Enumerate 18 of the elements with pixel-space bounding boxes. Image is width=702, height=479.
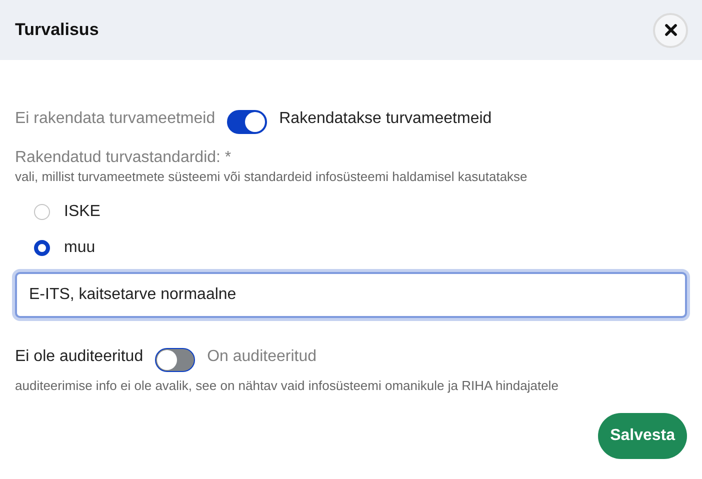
toggle-switch[interactable] xyxy=(227,110,268,134)
toggle-label: On auditeeritud xyxy=(207,348,316,366)
radio-label: muu xyxy=(64,239,96,257)
input-field[interactable]: E-ITS, kaitsetarve normaalne xyxy=(15,272,687,318)
toggle-switch[interactable] xyxy=(155,348,196,372)
close-button[interactable] xyxy=(653,12,688,48)
toggle-label: Ei rakendata turvameetmeid xyxy=(15,110,216,128)
save-button[interactable]: Salvesta xyxy=(598,413,687,459)
radio-label: ISKE xyxy=(64,203,100,221)
audit-hint: auditeerimise info ei ole avalik, see on nähtav vaid infosüsteemi omanikule ja RIHA hindajatele xyxy=(15,378,560,393)
radio-button[interactable] xyxy=(34,240,50,256)
field-hint: vali, millist turvameetmete süsteemi või standardeid infosüsteemi haldamisel kasutatakse xyxy=(15,169,528,184)
close-icon xyxy=(664,24,676,36)
dialog-title: Turvalisus xyxy=(15,20,99,40)
toggle-label: Rakendatakse turvameetmeid xyxy=(279,110,492,128)
radio-button[interactable] xyxy=(34,204,50,220)
field-label: Rakendatud turvastandardid: * xyxy=(15,149,232,167)
toggle-label: Ei ole auditeeritud xyxy=(15,348,144,366)
